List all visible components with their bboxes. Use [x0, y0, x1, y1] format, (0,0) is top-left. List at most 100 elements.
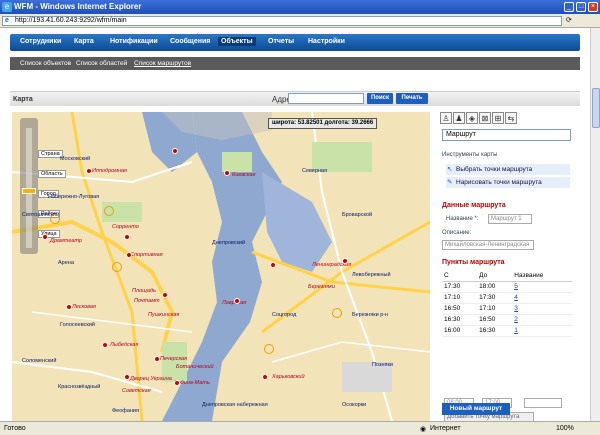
status-bar: Готово ◉ Интернет 100%: [0, 421, 600, 435]
cell-to: 16:30: [477, 325, 513, 337]
draw-route-points-tool[interactable]: ✎ Нарисовать точки маршрута: [446, 177, 570, 188]
pencil-icon: ✎: [447, 179, 453, 186]
print-button[interactable]: Печать: [396, 93, 428, 104]
map-marker[interactable]: [124, 234, 130, 240]
status-text: Готово: [4, 425, 26, 432]
map-label: Левобережный: [352, 272, 391, 278]
cell-from: 17:10: [442, 292, 478, 304]
zoom-label-region[interactable]: Область: [38, 170, 66, 178]
address-search-input[interactable]: [288, 93, 364, 104]
map-marker[interactable]: [66, 304, 72, 310]
tool-label: Нарисовать точки маршрута: [456, 179, 542, 186]
nav-settings[interactable]: Настройки: [308, 38, 345, 45]
employee-icon[interactable]: ♙: [440, 112, 452, 124]
subnav-areas[interactable]: Список областей: [76, 60, 127, 67]
nav-notifications[interactable]: Нотификации: [110, 38, 158, 45]
zoom-label-country[interactable]: Страна: [38, 150, 63, 158]
maximize-button[interactable]: □: [576, 2, 586, 12]
table-row: 16:50 17:10 3: [442, 303, 572, 315]
map-marker[interactable]: [270, 262, 276, 268]
map-label: Харьковский: [272, 374, 305, 380]
map-marker[interactable]: [342, 258, 348, 264]
route-point[interactable]: [50, 214, 60, 224]
route-point[interactable]: [264, 344, 274, 354]
route-panel: ♙ ♟ ◈ ⊠ ⊞ ⇆ Маршрут Инструменты карты ↖ Выбрат…: [440, 112, 575, 421]
map-marker[interactable]: [124, 374, 130, 380]
route-data-title: Данные маршрута: [442, 202, 506, 209]
map-view[interactable]: Улица Район Город Область Страна широта:…: [12, 112, 430, 421]
map-label: Осокорки: [342, 402, 367, 408]
route-point[interactable]: [332, 308, 342, 318]
page-content: Сотрудники Карта Нотификации Сообщения О…: [0, 28, 590, 421]
map-marker[interactable]: [174, 380, 180, 386]
table-row: 16:00 16:30 1: [442, 325, 572, 337]
group-icon[interactable]: ♟: [453, 112, 465, 124]
map-marker[interactable]: [262, 374, 268, 380]
map-marker[interactable]: [234, 298, 240, 304]
cursor-icon: ↖: [447, 166, 453, 173]
route-name-field[interactable]: Маршрут: [442, 129, 571, 141]
map-marker[interactable]: [224, 170, 230, 176]
cell-to: 17:30: [477, 292, 513, 304]
map-marker[interactable]: [126, 252, 132, 258]
map-label: Краснозвёздный: [58, 384, 101, 390]
route-point[interactable]: [104, 206, 114, 216]
nav-objects[interactable]: Объекты: [218, 37, 256, 46]
zoom-level[interactable]: 100%: [556, 425, 574, 432]
minimize-button[interactable]: _: [564, 2, 574, 12]
map-label: Киевская: [232, 172, 256, 178]
grid-icon[interactable]: ⊞: [492, 112, 504, 124]
panel-title: Карта: [13, 96, 33, 103]
zoom-slider[interactable]: [20, 118, 38, 254]
cell-to: 17:10: [477, 303, 513, 315]
cell-name-link[interactable]: 2: [512, 314, 572, 326]
close-button[interactable]: ×: [588, 2, 598, 12]
map-marker[interactable]: [102, 342, 108, 348]
vertical-scrollbar[interactable]: [590, 28, 600, 421]
nav-messages[interactable]: Сообщения: [170, 38, 210, 45]
map-label: Лыбедская: [110, 342, 139, 348]
subnav-objects[interactable]: Список объектов: [20, 60, 71, 67]
map-label: Площадь: [132, 288, 156, 294]
url-field[interactable]: e http://193.41.60.243:9292/wfm/main: [2, 16, 562, 26]
zoom-knob[interactable]: [22, 188, 36, 194]
route-name-input[interactable]: Маршрут 1: [488, 214, 532, 224]
search-button[interactable]: Поиск: [367, 93, 393, 104]
cell-name-link[interactable]: 3: [512, 303, 572, 315]
cell-name-link[interactable]: 5: [512, 281, 572, 293]
table-row: 16:30 16:50 2: [442, 314, 572, 326]
nav-reports[interactable]: Отчеты: [268, 38, 294, 45]
map-label: Соломенский: [22, 358, 57, 364]
map-label: Северная: [302, 168, 328, 174]
map-marker[interactable]: [86, 168, 92, 174]
nav-employees[interactable]: Сотрудники: [20, 38, 61, 45]
map-marker[interactable]: [154, 356, 160, 362]
new-route-button[interactable]: Новый маршрут: [442, 403, 510, 415]
map-label: Почтамт: [134, 298, 160, 304]
refresh-icon[interactable]: ⟳: [566, 16, 572, 24]
panel-tabs: ♙ ♟ ◈ ⊠ ⊞ ⇆: [440, 112, 518, 126]
coordinate-readout: широта: 53.82501 долгота: 39.2666: [268, 118, 378, 129]
map-marker[interactable]: [162, 292, 168, 298]
table-row: 17:30 18:00 5: [442, 281, 572, 293]
subnav-routes[interactable]: Список маршрутов: [134, 60, 191, 67]
cell-to: 16:50: [477, 314, 513, 326]
description-input[interactable]: Михайловская-Ленинградская: [442, 240, 534, 250]
area-icon[interactable]: ⊠: [479, 112, 491, 124]
nav-map[interactable]: Карта: [74, 38, 94, 45]
route-icon[interactable]: ⇆: [505, 112, 517, 124]
cell-name-link[interactable]: 1: [512, 325, 572, 337]
route-point[interactable]: [112, 262, 122, 272]
point-name-input[interactable]: [524, 398, 562, 408]
layers-icon[interactable]: ◈: [466, 112, 478, 124]
zone-text: Интернет: [430, 425, 461, 432]
map-marker[interactable]: [172, 148, 178, 154]
map-marker[interactable]: [42, 234, 48, 240]
scroll-thumb[interactable]: [592, 88, 600, 128]
map-label: Голосеевский: [60, 322, 95, 328]
cell-name-link[interactable]: 4: [512, 292, 572, 304]
tool-label: Выбрать точки маршрута: [456, 166, 533, 173]
window-title: WFM - Windows Internet Explorer: [14, 2, 142, 11]
select-route-points-tool[interactable]: ↖ Выбрать точки маршрута: [446, 164, 570, 175]
map-label: Набережно-Луговая: [48, 194, 100, 200]
